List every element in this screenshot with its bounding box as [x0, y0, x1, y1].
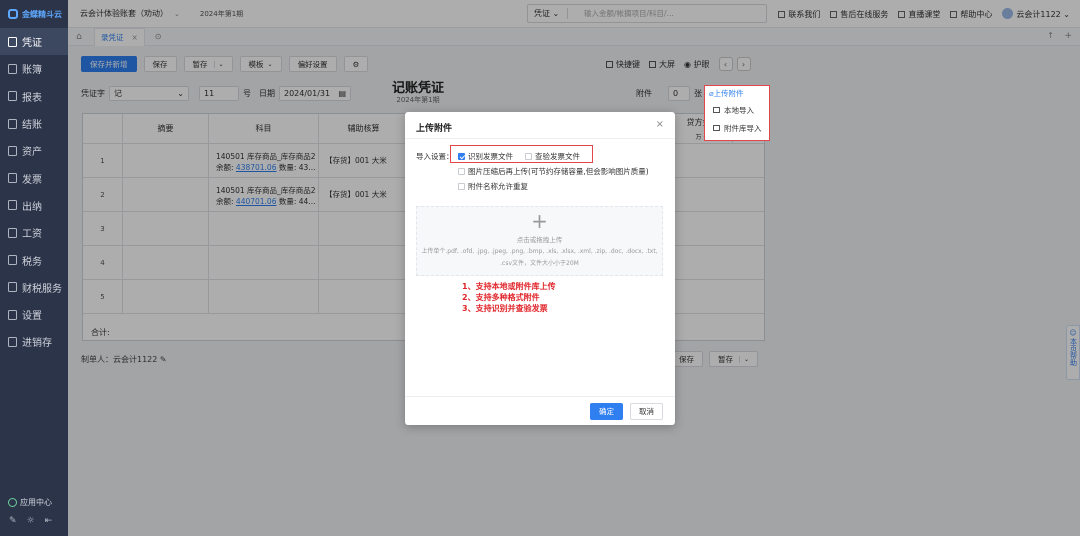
confirm-button[interactable]: 确定	[590, 403, 623, 420]
settings-icon	[8, 309, 17, 320]
sidebar-item-inventory[interactable]: 进销存	[0, 328, 68, 355]
sidebar-item-close-books[interactable]: 结账	[0, 110, 68, 137]
asset-icon	[8, 145, 17, 156]
logo-icon	[8, 9, 18, 19]
inventory-icon	[8, 336, 17, 347]
checkbox-unchecked	[458, 183, 465, 190]
sidebar: 金蝶精斗云 凭证 账簿 报表 结账 资产 发票 出纳 工资 税务 财税服务 设置…	[0, 0, 68, 536]
cashier-icon	[8, 200, 17, 211]
checkbox-unchecked	[458, 168, 465, 175]
sidebar-item-tax[interactable]: 税务	[0, 246, 68, 273]
salary-icon	[8, 227, 17, 238]
menu-item-library-import[interactable]: 附件库导入	[705, 119, 769, 137]
sidebar-item-cashier[interactable]: 出纳	[0, 192, 68, 219]
upload-attachment-menu: ⌀ 上传附件 本地导入 附件库导入	[704, 85, 770, 141]
checkbox-checked	[458, 153, 465, 160]
close-icon[interactable]: ×	[656, 119, 664, 130]
sidebar-item-ledger[interactable]: 账簿	[0, 55, 68, 82]
app-center-icon	[8, 498, 17, 507]
sidebar-item-invoice[interactable]: 发票	[0, 164, 68, 191]
sidebar-item-report[interactable]: 报表	[0, 83, 68, 110]
sidebar-item-salary[interactable]: 工资	[0, 219, 68, 246]
upload-attachment-trigger[interactable]: ⌀ 上传附件	[705, 86, 769, 101]
sidebar-item-voucher[interactable]: 凭证	[0, 28, 68, 56]
verify-invoice-checkbox[interactable]: 查验发票文件	[525, 151, 580, 162]
sidebar-tools: ✎ ☼ ⇤	[9, 516, 52, 526]
upload-attachment-dialog: 上传附件 × 导入设置： 识别发票文件 查验发票文件 图片压缩后再上传(可节约存…	[405, 112, 675, 425]
theme-icon[interactable]: ☼	[27, 516, 35, 526]
file-dropzone[interactable]: + 点击或拖拽上传 上传单个.pdf, .ofd, .jpg, .jpeg, .…	[416, 206, 663, 276]
report-icon	[8, 91, 17, 102]
folder-icon	[713, 125, 720, 131]
ledger-icon	[8, 63, 17, 74]
app-logo[interactable]: 金蝶精斗云	[0, 0, 68, 28]
invoice-icon	[8, 173, 17, 184]
import-settings-label: 导入设置：	[416, 152, 454, 161]
recognize-invoice-checkbox[interactable]: 识别发票文件	[458, 151, 513, 162]
sidebar-item-settings[interactable]: 设置	[0, 301, 68, 328]
app-center-link[interactable]: 应用中心	[8, 497, 52, 508]
dialog-title: 上传附件	[416, 124, 453, 134]
compress-image-checkbox[interactable]: 图片压缩后再上传(可节约存储容量,但会影响图片质量)	[458, 166, 649, 177]
sidebar-item-service[interactable]: 财税服务	[0, 274, 68, 301]
voucher-icon	[8, 36, 17, 47]
edit-icon[interactable]: ✎	[9, 516, 17, 526]
allow-duplicate-names-checkbox[interactable]: 附件名称允许重复	[458, 181, 528, 192]
plus-icon: +	[531, 209, 548, 233]
sidebar-item-asset[interactable]: 资产	[0, 137, 68, 164]
collapse-icon[interactable]: ⇤	[45, 516, 53, 526]
menu-item-local-import[interactable]: 本地导入	[705, 101, 769, 119]
upload-icon	[713, 107, 720, 113]
feature-annotations: 1、支持本地或附件库上传 2、支持多种格式附件 3、支持识别并查验发票	[462, 282, 556, 313]
checkbox-unchecked	[525, 153, 532, 160]
close-books-icon	[8, 118, 17, 129]
tax-icon	[8, 255, 17, 266]
service-icon	[8, 282, 17, 293]
cancel-button[interactable]: 取消	[630, 403, 663, 420]
